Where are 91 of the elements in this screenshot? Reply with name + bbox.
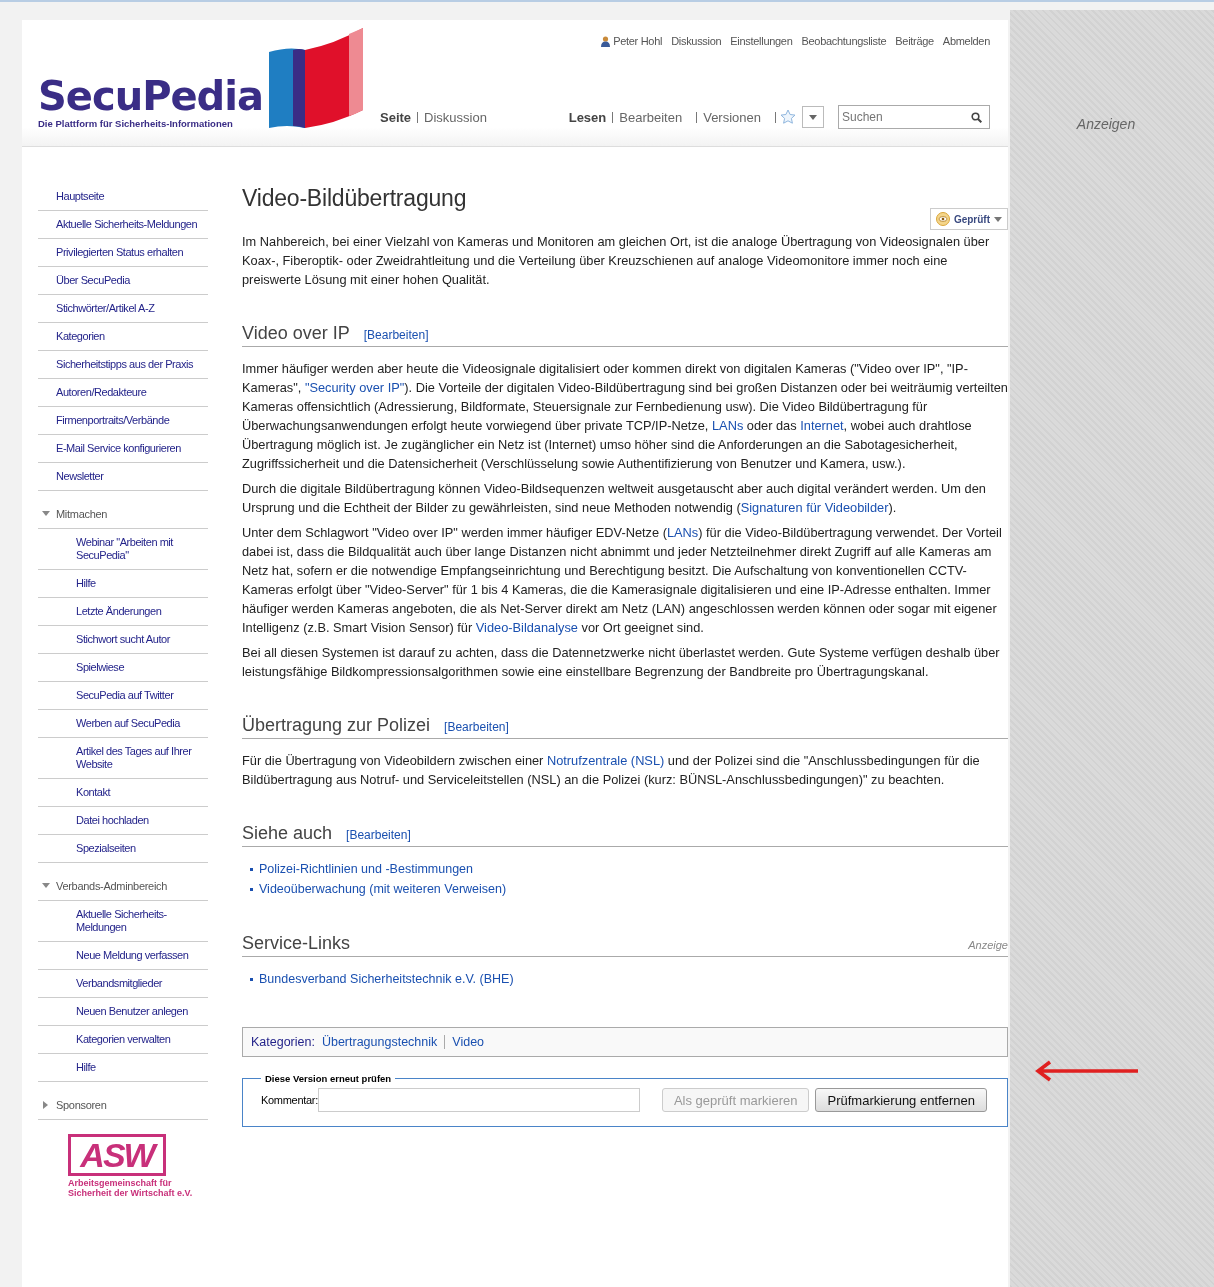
portal-heading[interactable]: Mitmachen [38,491,208,529]
sidebar-link[interactable]: Artikel des Tages auf Ihrer Website [38,738,208,779]
section-heading: Übertragung zur Polizei [242,715,431,736]
section-heading: Service-Links [242,933,351,954]
list-link[interactable]: Polizei-Richtlinien und -Bestimmungen [259,859,473,879]
category-link[interactable]: Video [452,1035,485,1049]
paragraph: Immer häufiger werden aber heute die Videosignale digitalisiert oder kommen direkt von digitalen Kameras ("Video over IP", "IP-Kameras", "Security over IP"). Die Vorteile der digitalen Video-Bildübertragung sind bei großen Distanzen oder bei weiträumig verteilten Kameras offensichtlich (Adressierung, Bildformate, Steuersignale zur Fernbedienung usw). Die Video Bildübertragung für Überwachungsanwendungen erfolgt heute vorwiegend über private TCP/IP-Netze, LANs oder das Internet, wobei auch drahtlose Übertragung möglich ist. Je zugänglicher ein Netz ist (Internet) umso höher sind die Anforderungen an die Sabotagesicherheit, Zugriffssicherheit und die Datensicherheit (Verschlüsselung sowie Authentifizierung von Benutzer und Kamera, usw.). [242,360,1008,473]
caret-icon [994,216,1002,222]
site-logo-name[interactable]: SecuPedia [38,74,263,118]
sidebar-link[interactable]: Stichwort sucht Autor [38,626,208,654]
user-icon [601,35,611,47]
sidebar-link[interactable]: Autoren/Redakteure [38,379,208,407]
text-link[interactable]: Notrufzentrale (NSL) [546,753,665,768]
sidebar-link[interactable]: Spielwiese [38,654,208,682]
sidebar-link[interactable]: SecuPedia auf Twitter [38,682,208,710]
sidebar-link[interactable]: Neuen Benutzer anlegen [38,998,208,1026]
sidebar-link[interactable]: Hauptseite [38,183,208,211]
sidebar-link[interactable]: Aktuelle Sicherheits-Meldungen [38,901,208,942]
eye-icon [935,212,950,226]
paragraph: Bei all diesen Systemen ist darauf zu achten, dass die Datennetzwerke nicht überlastet werden. Gute Systeme verfügen deshalb über leistungsfähige Bildkompressionsalgorithmen sowie eine einstellbare Begrenzung der Bandbreite pro Übertragungskanal. [242,644,1001,681]
sidebar-link[interactable]: Kategorien [38,323,208,351]
list-link[interactable]: Bundesverband Sicherheitstechnik e.V. (BHE) [259,969,514,989]
text-link[interactable]: LANs [712,418,744,433]
sidebar-link[interactable]: E-Mail Service konfigurieren [38,435,208,463]
form-button[interactable]: Prüfmarkierung entfernen [815,1088,987,1112]
category-link[interactable]: Übertragungstechnik [321,1035,438,1049]
text-link[interactable]: "Security over IP" [304,380,405,395]
sponsor-logo[interactable]: ASW Arbeitsgemeinschaft für Sicherheit der Wirtschaft e.V. [68,1134,208,1198]
sidebar-link[interactable]: Werben auf SecuPedia [38,710,208,738]
sidebar-link[interactable]: Spezialseiten [38,835,208,863]
sidebar-link[interactable]: Aktuelle Sicherheits-Meldungen [38,211,208,239]
user-link[interactable]: Peter Hohl [601,35,663,47]
sidebar-link[interactable]: Hilfe [38,1054,208,1082]
sidebar-link[interactable]: Kontakt [38,779,208,807]
text-link[interactable]: Internet [800,418,844,433]
pointer-arrow-icon [1034,1060,1140,1082]
paragraph: Im Nahbereich, bei einer Vielzahl von Kameras und Monitoren am gleichen Ort, ist die analoge Übertragung von Videosignalen über Koax-, Fiberoptik- oder Zweidrahtleitung und die Verteilung über Kreuzschienen auf analoge Videomonitore immer noch eine preiswerte Lösung mit einer hohen Qualität. [242,233,991,289]
ad-note: Anzeige [968,939,1008,951]
form-legend: Diese Version erneut prüfen [261,1073,396,1084]
sidebar-link[interactable]: Webinar "Arbeiten mit SecuPedia" [38,529,208,570]
categories-link[interactable]: Kategorien: [251,1035,315,1049]
sidebar-link[interactable]: Sicherheitstipps aus der Praxis [38,351,208,379]
text-link[interactable]: Video-Bildanalyse [475,620,578,635]
tab[interactable]: Versionen [703,109,761,125]
section-heading: Video over IP [242,323,350,344]
sidebar-link[interactable]: Letzte Änderungen [38,598,208,626]
text-link[interactable]: LANs [666,525,699,540]
ad-label: Anzeigen [1076,116,1136,132]
edit-link[interactable]: [Bearbeiten] [363,328,429,342]
personal-link[interactable]: Abmelden [942,35,990,47]
bullet-icon [250,887,253,891]
tab[interactable]: Bearbeiten [619,109,683,125]
personal-link[interactable]: Beiträge [895,35,934,47]
sidebar-link[interactable]: Über SecuPedia [38,267,208,295]
personal-link[interactable]: Einstellungen [730,35,793,47]
tab[interactable]: Diskussion [424,109,487,125]
search-field[interactable]: Suchen [838,105,990,129]
more-menu-button[interactable] [802,106,824,128]
edit-link[interactable]: [Bearbeiten] [346,828,411,842]
caret-icon [809,114,817,120]
portal-heading[interactable]: Verbands-Adminbereich [38,863,208,901]
personal-link[interactable]: Diskussion [671,35,722,47]
star-icon[interactable] [780,109,796,125]
sidebar-link[interactable]: Stichwörter/Artikel A-Z [38,295,208,323]
portal-heading[interactable]: Sponsoren [38,1082,208,1120]
section-heading: Siehe auch [242,823,333,844]
paragraph: Für die Übertragung von Videobildern zwischen einer Notrufzentrale (NSL) und der Polizei sind die "Anschlussbedingungen für die Bildübertragung aus Notruf- und Serviceleitstellen (NSL) an die Polizei (kurz: BÜNSL-Anschlussbedingungen)" zu beachten. [242,752,981,789]
bullet-icon [250,977,253,981]
sidebar-link[interactable]: Verbandsmitglieder [38,970,208,998]
review-status-button[interactable]: Geprüft [929,208,1008,230]
sidebar-link[interactable]: Kategorien verwalten [38,1026,208,1054]
list-link[interactable]: Videoüberwachung (mit weiteren Verweisen) [259,879,507,899]
page-title: Video-Bildübertragung [242,185,468,212]
edit-link[interactable]: [Bearbeiten] [444,720,509,734]
sidebar-link[interactable]: Newsletter [38,463,208,491]
comment-label: Kommentar: [261,1094,318,1106]
sidebar-link[interactable]: Privilegierten Status erhalten [38,239,208,267]
sidebar-link[interactable]: Hilfe [38,570,208,598]
tab[interactable]: Seite [380,109,412,125]
sidebar-link[interactable]: Datei hochladen [38,807,208,835]
personal-link[interactable]: Beobachtungsliste [801,35,887,47]
text-link[interactable]: Signaturen für Videobilder [740,500,889,515]
paragraph: Unter dem Schlagwort "Video over IP" werden immer häufiger EDV-Netze (LANs) für die Video-Bildübertragung verwendet. Der Vorteil dabei ist, dass die Bildqualität auch über lange Distanzen nicht abnimmt und jeder Netzteilnehmer direkt Zugriff auf alle Kameras am Netz hat, sofern er die notwendige Empfangseinrichtung und Berechtigung besitzt. Die Aufschaltung von konventionellen CCTV-Kameras erfolgt über "Video-Server" für 1 bis 4 Kameras, die die Kamerasignale digitalisieren und eine IP-Adresse enthalten. Immer häufiger werden Kameras angeboten, die als Net-Server direkt am Netz (LAN) angeschlossen werden können oder sogar mit eigener Intelligenz (z.B. Smart Vision Sensor) für Video-Bildanalyse vor Ort geeignet sind. [242,524,1003,637]
sidebar-link[interactable]: Neue Meldung verfassen [38,942,208,970]
search-icon[interactable] [971,112,982,123]
site-logo-tagline: Die Plattform für Sicherheits-Informationen [38,118,234,129]
tab[interactable]: Lesen [568,109,607,125]
sidebar-link[interactable]: Firmenportraits/Verbände [38,407,208,435]
paragraph: Durch die digitale Bildübertragung können Video-Bildsequenzen weltweit ausgetauscht aber auch digital verändert werden. Um den Ursprung und die Echtheit der Bilder zu gewährleisten, sind neue Methoden notwendig (Signaturen für Videobilder). [242,480,987,517]
bullet-icon [250,867,253,871]
comment-field[interactable] [317,1088,640,1112]
